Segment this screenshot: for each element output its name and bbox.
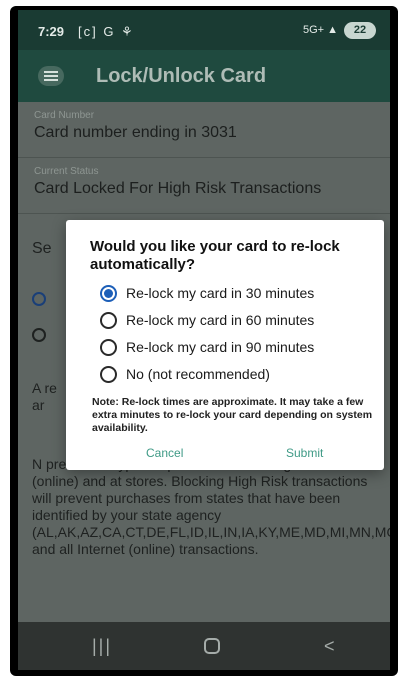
dialog-title: Would you like your card to re-lock auto… [90, 238, 340, 273]
page-title: Lock/Unlock Card [96, 65, 267, 87]
phone-frame: 7:29 [c] G ⚘ 5G+ ▲ 22 Lock/Unlock Card C… [10, 6, 398, 676]
cancel-button[interactable]: Cancel [146, 446, 183, 460]
option-label: No (not recommended) [126, 366, 270, 382]
home-icon[interactable] [204, 638, 220, 654]
background-radio-1[interactable] [32, 292, 46, 306]
background-radio-2[interactable] [32, 328, 46, 342]
signal-icon: 5G+ ▲ [302, 24, 338, 36]
section-heading-partial: Se [32, 240, 52, 257]
option-label: Re-lock my card in 90 minutes [126, 339, 315, 355]
option-label: Re-lock my card in 30 minutes [126, 285, 315, 301]
card-number-field: Card Number Card number ending in 3031 [18, 102, 390, 158]
current-status-field: Current Status Card Locked For High Risk… [18, 158, 390, 214]
notification-icons: [c] G ⚘ [78, 24, 135, 39]
card-number-label: Card Number [34, 110, 95, 121]
option-label: Re-lock my card in 60 minutes [126, 312, 315, 328]
radio-icon[interactable] [100, 339, 117, 356]
radio-icon[interactable] [100, 366, 117, 383]
navigation-bar: ||| < [18, 622, 390, 670]
screen: 7:29 [c] G ⚘ 5G+ ▲ 22 Lock/Unlock Card C… [18, 10, 390, 670]
submit-button[interactable]: Submit [286, 446, 323, 460]
back-icon[interactable]: < [324, 636, 335, 657]
relock-dialog: Would you like your card to re-lock auto… [66, 220, 384, 470]
card-number-value: Card number ending in 3031 [34, 124, 237, 141]
description-text: N prevent all types of purchases includi… [32, 456, 390, 557]
current-status-label: Current Status [34, 166, 99, 177]
radio-selected-icon[interactable] [100, 285, 117, 302]
battery-icon: 22 [344, 22, 376, 39]
dialog-note: Note: Re-lock times are approximate. It … [92, 396, 373, 434]
recent-apps-icon[interactable]: ||| [92, 636, 112, 657]
menu-icon[interactable] [38, 66, 64, 86]
radio-icon[interactable] [100, 312, 117, 329]
app-bar: Lock/Unlock Card [18, 50, 390, 102]
status-time: 7:29 [38, 24, 65, 39]
current-status-value: Card Locked For High Risk Transactions [34, 180, 322, 197]
status-bar: 7:29 [c] G ⚘ 5G+ ▲ 22 [18, 10, 390, 50]
